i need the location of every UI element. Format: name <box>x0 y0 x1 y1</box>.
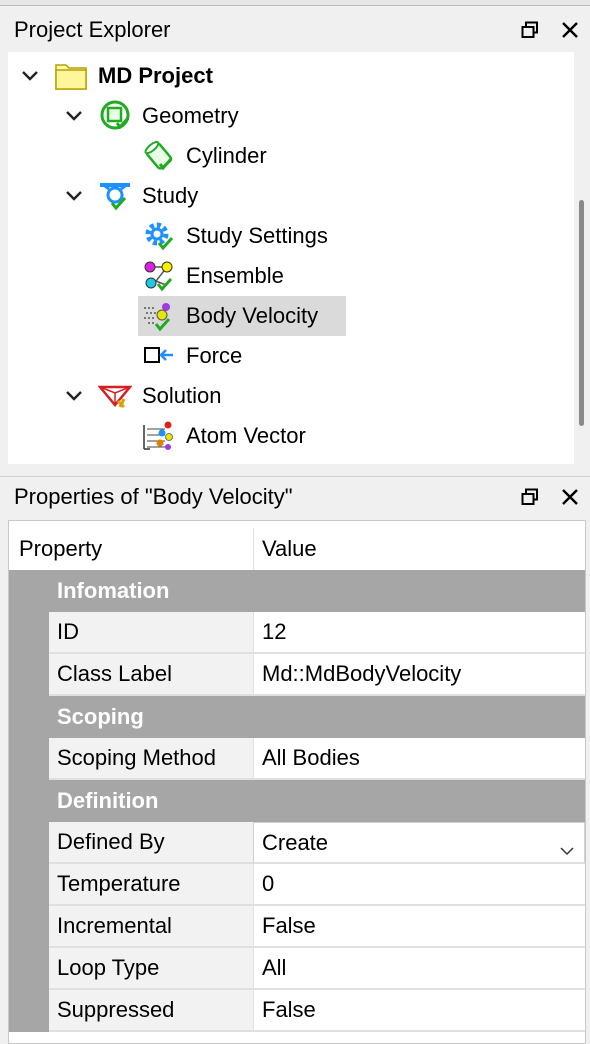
property-value[interactable]: Md::MdBodyVelocity <box>253 654 585 696</box>
solution-icon <box>97 379 133 413</box>
tree-item-label: Body Velocity <box>186 303 319 328</box>
property-row-class-label[interactable]: Class Label Md::MdBodyVelocity <box>9 654 585 696</box>
defined-by-dropdown[interactable]: Create <box>253 822 585 864</box>
property-value[interactable]: All Bodies <box>253 738 585 780</box>
tree-item-label: Cylinder <box>186 143 267 168</box>
property-row-id[interactable]: ID 12 <box>9 612 585 654</box>
close-panel-button[interactable] <box>550 10 590 50</box>
project-explorer-header: Project Explorer <box>0 10 590 50</box>
category-row-infomation: Infomation <box>9 570 585 612</box>
tree-item-label: Geometry <box>142 103 239 128</box>
tree-item-force[interactable]: Force <box>8 336 574 376</box>
chevron-down-icon[interactable] <box>62 184 86 208</box>
property-column-header: Property <box>9 528 253 570</box>
properties-grid: Property Value Infomation ID 12 Class Label Md… <box>8 520 586 1044</box>
property-value[interactable]: All <box>253 948 585 990</box>
property-name: Defined By <box>49 822 253 864</box>
row-gutter <box>9 822 49 864</box>
row-gutter <box>9 864 49 906</box>
properties-title: Properties of "Body Velocity" <box>14 483 293 509</box>
force-icon <box>142 339 176 373</box>
cylinder-icon <box>142 139 176 173</box>
grid-header-row: Property Value <box>9 528 585 570</box>
chevron-down-icon[interactable] <box>18 64 42 88</box>
restore-icon <box>521 488 538 505</box>
tree-item-study-settings[interactable]: Study Settings <box>8 216 574 256</box>
folder-icon <box>54 59 88 93</box>
property-row-defined-by[interactable]: Defined By Create <box>9 822 585 864</box>
window-top-edge <box>0 0 590 6</box>
tree-item-solution[interactable]: Solution <box>8 376 574 416</box>
row-gutter <box>9 612 49 654</box>
row-gutter <box>9 948 49 990</box>
chevron-down-icon[interactable] <box>62 384 86 408</box>
property-row-suppressed[interactable]: Suppressed False <box>9 990 585 1032</box>
property-name: ID <box>49 612 253 654</box>
restore-icon <box>521 21 538 38</box>
tree-item-ensemble[interactable]: Ensemble <box>8 256 574 296</box>
category-row-definition: Definition <box>9 780 585 822</box>
dropdown-value: Create <box>262 829 329 855</box>
tree-item-geometry[interactable]: Geometry <box>8 96 574 136</box>
row-gutter <box>9 990 49 1032</box>
property-name: Temperature <box>49 864 253 906</box>
chevron-down-icon[interactable] <box>560 836 574 862</box>
body-velocity-icon <box>142 299 176 333</box>
geometry-icon <box>98 99 132 133</box>
property-row-scoping-method[interactable]: Scoping Method All Bodies <box>9 738 585 780</box>
property-name: Scoping Method <box>49 738 253 780</box>
restore-window-button[interactable] <box>510 10 550 50</box>
property-value[interactable]: 0 <box>253 864 585 906</box>
properties-header: Properties of "Body Velocity" <box>0 476 590 516</box>
restore-window-button[interactable] <box>510 477 550 517</box>
property-name: Suppressed <box>49 990 253 1032</box>
study-icon <box>98 179 132 213</box>
scrollbar-thumb[interactable] <box>579 200 584 426</box>
property-row-temperature[interactable]: Temperature 0 <box>9 864 585 906</box>
tree-item-study[interactable]: Study <box>8 176 574 216</box>
tree-item-label: Ensemble <box>186 263 284 288</box>
tree-item-body-velocity[interactable]: Body Velocity <box>8 296 574 336</box>
value-column-header: Value <box>253 528 585 570</box>
property-value[interactable]: False <box>253 990 585 1032</box>
category-label: Scoping <box>57 704 144 729</box>
tree-item-atom-vector[interactable]: Atom Vector <box>8 416 574 456</box>
tree-item-label: Study <box>142 183 199 208</box>
ensemble-icon <box>142 259 176 293</box>
close-panel-button[interactable] <box>550 477 590 517</box>
tree-item-label: Atom Vector <box>186 423 306 448</box>
property-row-incremental[interactable]: Incremental False <box>9 906 585 948</box>
project-tree[interactable]: MD Project Geometry Cylinder Study Study Set… <box>8 52 582 464</box>
property-name: Class Label <box>49 654 253 696</box>
property-name: Incremental <box>49 906 253 948</box>
tree-item-label: MD Project <box>98 63 213 88</box>
row-gutter <box>9 654 49 696</box>
row-gutter <box>9 738 49 780</box>
tree-item-label: Force <box>186 343 243 368</box>
category-label: Infomation <box>57 578 170 603</box>
property-name: Loop Type <box>49 948 253 990</box>
tree-scrollbar[interactable] <box>574 52 590 464</box>
close-icon <box>562 488 578 505</box>
atom-vector-icon <box>142 419 176 453</box>
property-row-loop-type[interactable]: Loop Type All <box>9 948 585 990</box>
category-row-scoping: Scoping <box>9 696 585 738</box>
property-value[interactable]: 12 <box>253 612 585 654</box>
tree-item-md-project[interactable]: MD Project <box>8 56 574 96</box>
tree-item-label: Solution <box>142 383 222 408</box>
close-icon <box>562 22 578 38</box>
row-gutter <box>9 906 49 948</box>
project-explorer-title: Project Explorer <box>14 17 171 42</box>
property-value[interactable]: False <box>253 906 585 948</box>
study-settings-icon <box>142 219 176 253</box>
tree-item-label: Study Settings <box>186 223 328 248</box>
tree-item-cylinder[interactable]: Cylinder <box>8 136 574 176</box>
category-label: Definition <box>57 788 159 813</box>
chevron-down-icon[interactable] <box>62 104 86 128</box>
